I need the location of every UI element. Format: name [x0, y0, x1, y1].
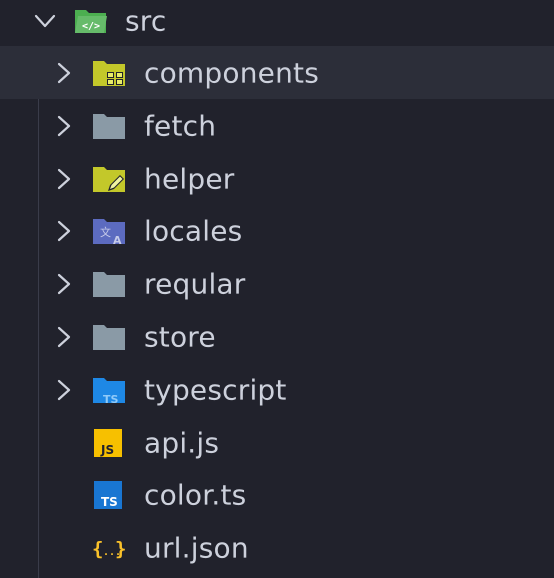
svg-text:{: { — [92, 538, 103, 560]
svg-text:文: 文 — [100, 225, 111, 239]
tree-row-label: locales — [144, 214, 243, 247]
svg-text:A: A — [113, 234, 122, 246]
tree-row-reqular[interactable]: reqular — [0, 257, 554, 310]
tree-row-color-ts[interactable]: TS color.ts — [0, 468, 554, 521]
typescript-file-icon: TS — [92, 480, 126, 510]
folder-helper-icon — [92, 164, 126, 194]
tree-row-label: reqular — [144, 267, 246, 300]
tree-row-api-js[interactable]: JS api.js — [0, 416, 554, 469]
svg-text:</>: </> — [82, 21, 100, 32]
tree-row-helper[interactable]: helper — [0, 152, 554, 205]
tree-row-label: store — [144, 320, 216, 353]
folder-icon — [92, 322, 126, 352]
chevron-right-icon[interactable] — [53, 379, 75, 401]
folder-typescript-icon: TS — [92, 375, 126, 405]
svg-text:JS: JS — [100, 443, 114, 457]
tree-row-label: color.ts — [144, 478, 247, 511]
tree-row-label: url.json — [144, 531, 249, 564]
chevron-right-icon[interactable] — [53, 168, 75, 190]
tree-row-label: src — [125, 4, 167, 37]
folder-icon — [92, 269, 126, 299]
tree-row-url-json[interactable]: { ... } url.json — [0, 521, 554, 574]
folder-locales-icon: 文 A — [92, 216, 126, 246]
tree-row-label: typescript — [144, 373, 287, 406]
tree-row-src[interactable]: </> src — [0, 0, 554, 47]
chevron-down-icon[interactable] — [34, 10, 56, 32]
tree-row-fetch[interactable]: fetch — [0, 99, 554, 152]
folder-components-icon — [92, 58, 126, 88]
svg-text:}: } — [115, 538, 126, 560]
tree-row-label: fetch — [144, 109, 217, 142]
svg-text:TS: TS — [103, 393, 119, 405]
tree-row-components[interactable]: components — [0, 46, 554, 99]
chevron-right-icon[interactable] — [53, 62, 75, 84]
folder-icon — [92, 111, 126, 141]
tree-row-locales[interactable]: 文 A locales — [0, 204, 554, 257]
chevron-right-icon[interactable] — [53, 273, 75, 295]
tree-row-typescript[interactable]: TS typescript — [0, 363, 554, 416]
chevron-right-icon[interactable] — [53, 115, 75, 137]
folder-src-open-icon: </> — [74, 6, 108, 36]
chevron-right-icon[interactable] — [53, 326, 75, 348]
chevron-right-icon[interactable] — [53, 220, 75, 242]
tree-row-label: helper — [144, 162, 235, 195]
svg-text:TS: TS — [101, 495, 118, 509]
json-file-icon: { ... } — [92, 533, 126, 563]
javascript-file-icon: JS — [92, 428, 126, 458]
tree-row-label: components — [144, 56, 319, 89]
tree-row-store[interactable]: store — [0, 310, 554, 363]
tree-row-label: api.js — [144, 426, 220, 459]
file-explorer-tree: </> src components fetch helper 文 A loca… — [0, 0, 554, 578]
